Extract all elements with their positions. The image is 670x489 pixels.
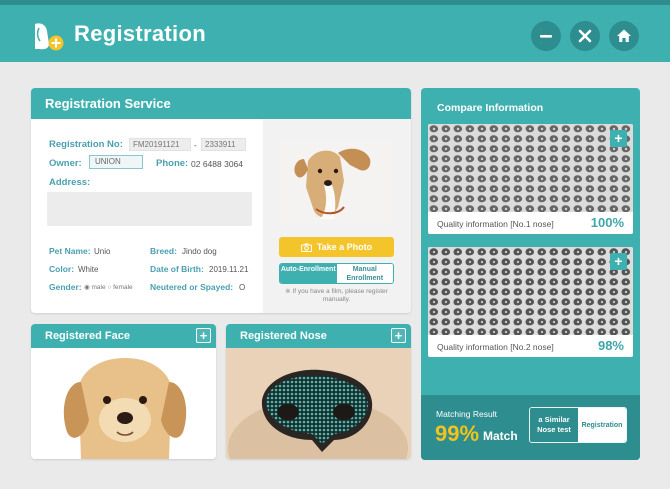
nose-print-texture-2 [428,247,633,335]
nose-print-image-2 [428,247,633,335]
gender-female-label: female [113,284,133,291]
gender-label: Gender: [49,282,82,292]
gender-radio-group: ◉ male ○ female [84,283,133,291]
owner-label: Owner: [49,158,82,169]
pet-name-value: Unio [94,247,111,256]
app-title: Registration [74,21,206,46]
registration-no-label: Registration No: [49,139,123,150]
address-field[interactable] [47,192,252,226]
camera-icon [300,243,312,252]
nose-print-image-1 [428,124,633,212]
nose-print-card-2: + Quality information [No.2 nose] 98% [428,247,633,357]
compare-information-title: Compare Information [437,102,544,114]
gender-male-label: male [91,284,106,291]
registered-nose-panel: Registered Nose + [226,324,411,459]
home-icon [617,29,631,42]
add-nose-print-1-button[interactable]: + [610,130,627,147]
gender-female-radio[interactable]: ○ female [107,284,132,291]
home-button[interactable] [609,21,639,51]
quality-label-2: Quality information [No.2 nose] [437,342,554,352]
matching-actions: a Similar Nose test Registration [529,407,627,443]
registered-face-title: Registered Face [31,324,216,348]
dog-add-icon [35,23,64,51]
color-label: Color: [49,264,75,274]
registered-nose-title: Registered Nose [226,324,411,348]
neutered-label: Neutered or Spayed: [150,282,234,292]
phone-value: 02 6488 3064 [191,159,243,169]
registration-no-field-2[interactable]: 2333911 [201,138,246,151]
close-button[interactable] [570,21,600,51]
quality-value-2: 98% [597,338,624,353]
neutered-value: O [239,283,246,292]
breed-value: Jindo dog [182,247,217,256]
title-bar-stripe [0,0,670,5]
date-of-birth-label: Date of Birth: [150,264,204,274]
manual-enrollment-tab[interactable]: Manual Enrollment [336,264,393,283]
color-value: White [78,265,99,274]
similar-nose-test-button[interactable]: a Similar Nose test [530,408,578,442]
owner-field[interactable]: UNION [89,155,143,169]
registration-button[interactable]: Registration [578,408,626,442]
quality-value-1: 100% [590,215,624,230]
add-face-button[interactable]: + [196,328,211,343]
matching-result-suffix: Match [483,429,518,443]
matching-result-value: 99% [435,421,480,446]
minimize-button[interactable] [531,21,561,51]
registration-no-field-1[interactable]: FM20191121 [129,138,191,151]
gender-male-radio[interactable]: ◉ male [84,284,106,291]
dog-photo-image [280,141,393,225]
registration-service-panel: Registration Service Registration No: FM… [31,88,411,313]
matching-result-label: Matching Result [436,409,497,419]
pet-name-label: Pet Name: [49,246,91,256]
minimize-icon [540,35,552,38]
quality-label-1: Quality information [No.1 nose] [437,219,554,229]
address-label: Address: [49,177,91,188]
puppy-face-image [31,348,216,459]
close-icon [578,29,592,43]
registration-no-separator: - [194,140,197,150]
dog-nose-image [226,348,411,459]
add-nose-button[interactable]: + [391,328,406,343]
add-nose-print-2-button[interactable]: + [610,253,627,270]
enrollment-toggle: Auto-Enrollment Manual Enrollment [279,263,394,284]
registration-service-title: Registration Service [31,88,411,119]
take-photo-button[interactable]: Take a Photo [279,237,394,257]
title-bar: Registration [0,0,670,62]
nose-print-texture-1 [428,124,633,212]
phone-label: Phone: [156,158,189,169]
date-of-birth-value: 2019.11.21 [209,265,249,274]
nose-print-card-1: + Quality information [No.1 nose] 100% [428,124,633,234]
auto-enrollment-tab[interactable]: Auto-Enrollment [280,264,337,283]
registered-face-panel: Registered Face + [31,324,216,459]
manual-enrollment-note: ※ If you have a film, please register ma… [285,288,388,303]
registered-nose-image [226,348,411,459]
pet-photo [280,141,393,225]
registered-face-image [31,348,216,459]
take-photo-label: Take a Photo [316,242,373,252]
breed-label: Breed: [150,246,177,256]
matching-result-section: Matching Result 99% Match a Similar Nose… [421,395,640,460]
compare-information-panel: Compare Information + Quality informatio… [421,88,640,460]
